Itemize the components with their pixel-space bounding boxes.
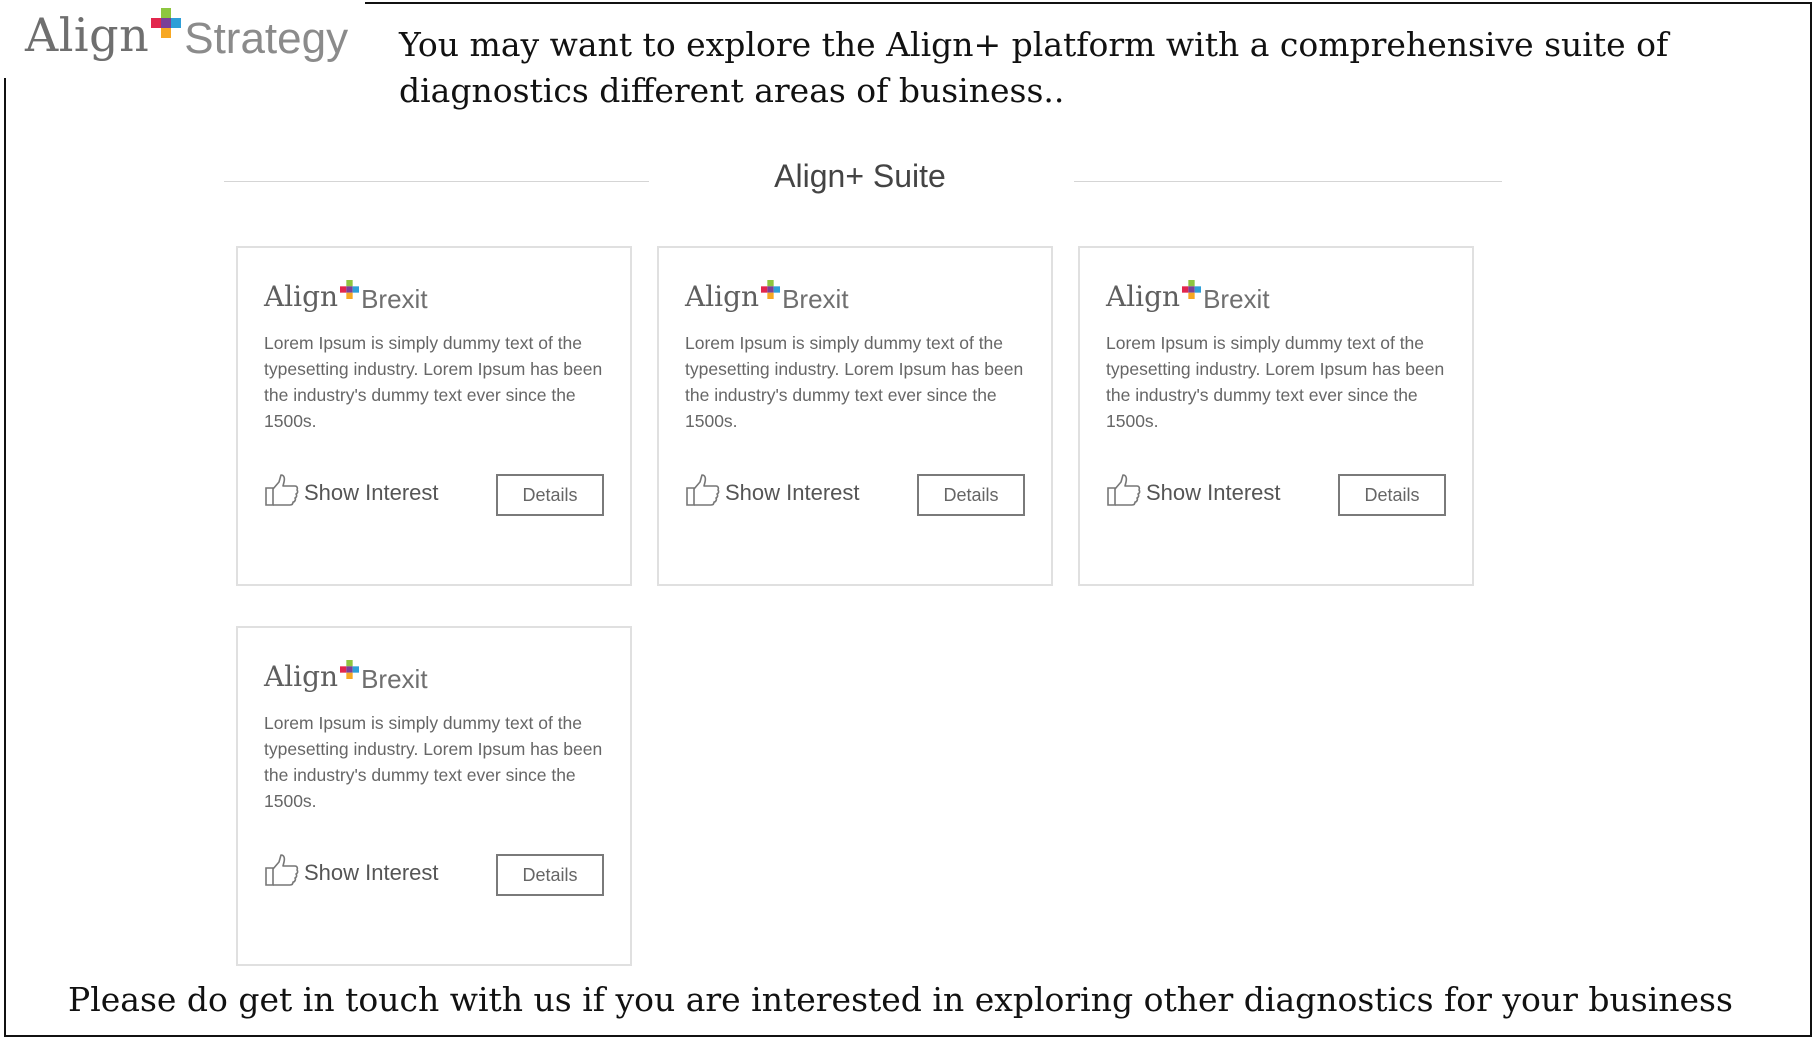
show-interest-label: Show Interest xyxy=(304,860,439,885)
details-button[interactable]: Details xyxy=(496,854,604,896)
card-logo-brand: Align xyxy=(264,660,339,693)
show-interest-button[interactable]: Show Interest xyxy=(264,853,439,887)
card-description: Lorem Ipsum is simply dummy text of the … xyxy=(685,333,1024,431)
show-interest-button[interactable]: Show Interest xyxy=(685,473,860,507)
logo-product-text: Strategy xyxy=(184,14,349,63)
show-interest-button[interactable]: Show Interest xyxy=(1106,473,1281,507)
thumbs-up-icon xyxy=(1106,473,1142,507)
card-logo-product: Brexit xyxy=(361,284,428,314)
details-button[interactable]: Details xyxy=(1338,474,1446,516)
details-button[interactable]: Details xyxy=(917,474,1025,516)
footer-contact-text: Please do get in touch with us if you ar… xyxy=(68,980,1733,1019)
suite-title: Align+ Suite xyxy=(774,158,946,194)
intro-text: You may want to explore the Align+ platf… xyxy=(399,25,1669,110)
show-interest-label: Show Interest xyxy=(725,480,860,505)
card-description: Lorem Ipsum is simply dummy text of the … xyxy=(264,713,603,811)
thumbs-up-icon xyxy=(264,473,300,507)
card-logo-brand: Align xyxy=(1106,280,1181,313)
card-description: Lorem Ipsum is simply dummy text of the … xyxy=(264,333,603,431)
card-logo-plus-icon xyxy=(340,660,360,679)
thumbs-up-icon xyxy=(264,853,300,887)
suite-card: Align Brexit Lorem Ipsum is simply dummy… xyxy=(657,246,1053,586)
card-logo: Align Brexit xyxy=(685,280,849,315)
card-logo-brand: Align xyxy=(685,280,760,313)
align-strategy-logo: Align Strategy xyxy=(25,8,348,64)
show-interest-label: Show Interest xyxy=(1146,480,1281,505)
thumbs-up-icon xyxy=(685,473,721,507)
card-logo-product: Brexit xyxy=(782,284,849,314)
show-interest-button[interactable]: Show Interest xyxy=(264,473,439,507)
suite-title-rule-right xyxy=(1074,181,1502,182)
logo-area: Align Strategy xyxy=(0,0,365,78)
card-description: Lorem Ipsum is simply dummy text of the … xyxy=(1106,333,1445,431)
card-logo: Align Brexit xyxy=(1106,280,1270,315)
suite-card: Align Brexit Lorem Ipsum is simply dummy… xyxy=(236,246,632,586)
logo-plus-icon xyxy=(151,8,182,38)
card-logo: Align Brexit xyxy=(264,660,428,695)
logo-brand-text: Align xyxy=(25,8,150,62)
card-logo-plus-icon xyxy=(340,280,360,299)
suite-card: Align Brexit Lorem Ipsum is simply dummy… xyxy=(1078,246,1474,586)
suite-card: Align Brexit Lorem Ipsum is simply dummy… xyxy=(236,626,632,966)
suite-title-rule-left xyxy=(224,181,649,182)
card-logo-product: Brexit xyxy=(361,664,428,694)
details-button[interactable]: Details xyxy=(496,474,604,516)
card-logo-plus-icon xyxy=(1182,280,1202,299)
show-interest-label: Show Interest xyxy=(304,480,439,505)
card-logo-plus-icon xyxy=(761,280,781,299)
card-logo-brand: Align xyxy=(264,280,339,313)
card-logo: Align Brexit xyxy=(264,280,428,315)
card-logo-product: Brexit xyxy=(1203,284,1270,314)
